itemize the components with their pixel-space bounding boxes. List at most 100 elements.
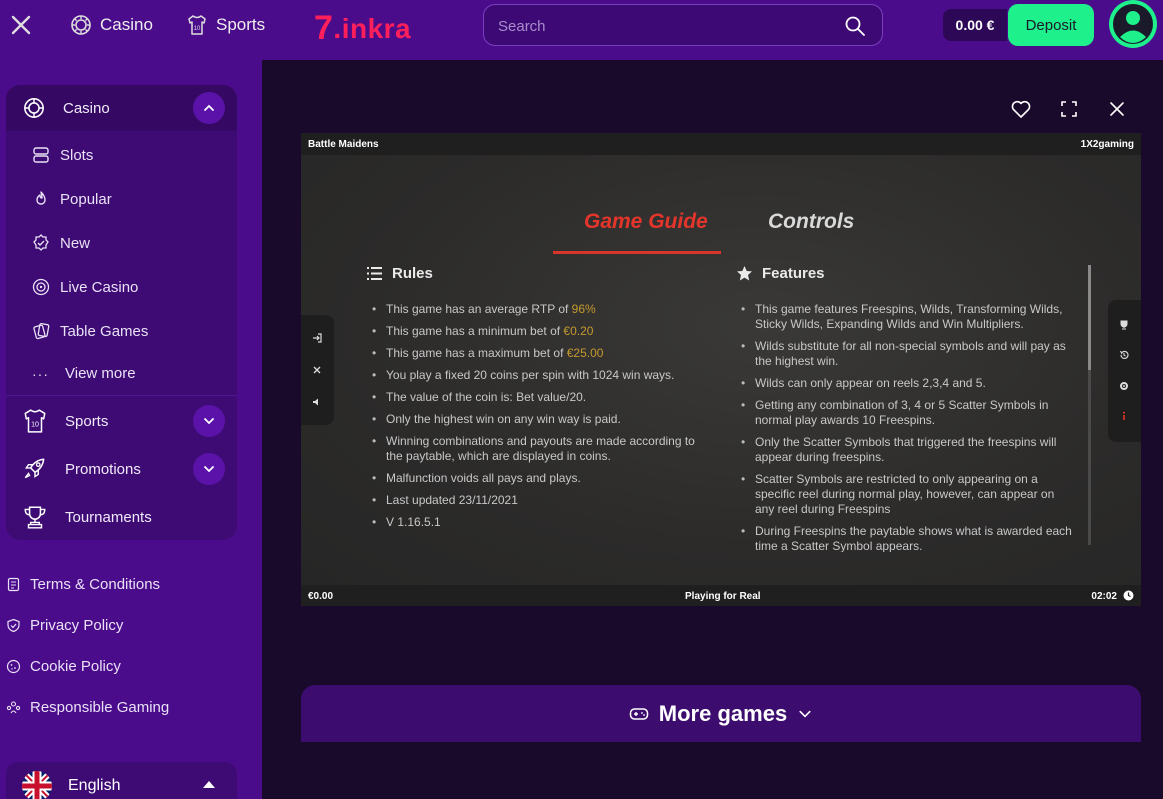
clock-icon <box>1123 590 1134 601</box>
language-label: English <box>68 777 121 794</box>
list-icon <box>367 267 382 280</box>
tab-controls[interactable]: Controls <box>768 210 854 234</box>
tab-game-guide[interactable]: Game Guide <box>584 210 708 234</box>
nav-sports[interactable]: 10 Sports <box>186 14 265 36</box>
rule-highlight-value: €0.20 <box>563 324 594 338</box>
rule-highlight-value: €25.00 <box>566 346 604 360</box>
sidebar: Casino Slots Popular New Live Casino Tab… <box>0 60 262 799</box>
feature-item: Scatter Symbols are restricted to only a… <box>741 472 1076 517</box>
trophy-icon[interactable] <box>1119 320 1129 330</box>
game-provider: 1X2gaming <box>1080 139 1134 150</box>
responsible-gaming-link[interactable]: Responsible Gaming <box>6 699 169 716</box>
flame-icon <box>36 191 46 205</box>
rule-text: This game has a minimum bet of <box>386 324 564 338</box>
chevron-down-icon <box>204 418 214 425</box>
settings-gear-icon[interactable] <box>1119 381 1129 391</box>
game-mode: Playing for Real <box>685 591 761 602</box>
rule-highlight-value: 96% <box>571 302 596 316</box>
top-header: Casino 10 Sports 7.inkra 0.00 € Deposit <box>0 0 1163 60</box>
sidebar-item-promotions[interactable]: Promotions <box>22 456 141 482</box>
info-icon[interactable] <box>1119 411 1129 421</box>
rule-item: Last updated 23/11/2021 <box>372 493 702 508</box>
jersey-icon: 10 <box>188 15 206 35</box>
view-more-link[interactable]: ··· View more <box>32 365 136 382</box>
site-logo[interactable]: 7 .inkra <box>314 9 411 48</box>
sidebar-item-popular[interactable]: Popular <box>32 190 112 208</box>
language-selector[interactable]: English <box>6 762 237 799</box>
sidebar-item-label: Popular <box>60 190 112 208</box>
logo-mark: 7 <box>314 9 334 47</box>
game-balance: €0.00 <box>308 591 334 602</box>
terms-link[interactable]: Terms & Conditions <box>6 576 160 593</box>
view-more-label: View more <box>65 365 136 382</box>
active-tab-underline <box>553 251 721 254</box>
feature-item: Only the Scatter Symbols that triggered … <box>741 435 1076 465</box>
shield-icon <box>7 618 20 633</box>
sidebar-item-new[interactable]: New <box>32 234 90 252</box>
cookie-link[interactable]: Cookie Policy <box>6 658 121 675</box>
game-frame[interactable]: Battle Maidens 1X2gaming Game Guide Cont… <box>301 133 1141 606</box>
close-icon[interactable] <box>312 365 322 375</box>
casino-collapse-button[interactable] <box>193 92 225 124</box>
chevron-up-icon <box>204 104 214 111</box>
rule-item: This game has a maximum bet of €25.00 <box>372 346 702 361</box>
chevron-down-icon <box>204 466 214 473</box>
nav-casino-label: Casino <box>100 15 153 34</box>
rule-item: Malfunction voids all pays and plays. <box>372 471 702 486</box>
rule-text: V 1.16.5.1 <box>386 515 441 529</box>
favorite-heart-icon[interactable] <box>1010 98 1032 120</box>
sidebar-item-sports[interactable]: 10 Sports <box>22 408 108 434</box>
nav-casino[interactable]: Casino <box>70 14 153 36</box>
rule-text: You play a fixed 20 coins per spin with … <box>386 368 675 382</box>
search-icon[interactable] <box>844 15 866 37</box>
footer-link-label: Cookie Policy <box>30 658 121 675</box>
new-badge-icon <box>33 234 49 251</box>
more-games-bar[interactable]: More games <box>301 685 1141 742</box>
sidebar-item-live-casino[interactable]: Live Casino <box>32 278 138 296</box>
feature-item: During Freespins the paytable shows what… <box>741 524 1076 552</box>
close-game-icon[interactable] <box>1106 98 1128 120</box>
more-dots-icon: ··· <box>32 365 49 382</box>
sports-expand-button[interactable] <box>193 405 225 437</box>
search-input[interactable] <box>498 15 828 37</box>
close-icon[interactable] <box>10 14 32 36</box>
rule-item: Winning combinations and payouts are mad… <box>372 434 702 464</box>
sidebar-item-label: Slots <box>60 146 94 164</box>
user-avatar[interactable] <box>1109 0 1157 48</box>
uk-flag-icon <box>22 771 52 799</box>
casino-chip-icon <box>71 15 91 35</box>
gamepad-icon <box>629 707 649 720</box>
rule-text: Last updated 23/11/2021 <box>386 493 518 507</box>
promotions-expand-button[interactable] <box>193 453 225 485</box>
rule-item: V 1.16.5.1 <box>372 515 702 530</box>
privacy-link[interactable]: Privacy Policy <box>6 617 123 634</box>
cards-icon <box>33 322 50 340</box>
exit-icon[interactable] <box>312 333 322 343</box>
sidebar-item-tournaments[interactable]: Tournaments <box>22 504 152 530</box>
rule-text: Malfunction voids all pays and plays. <box>386 471 581 485</box>
rule-item: You play a fixed 20 coins per spin with … <box>372 368 702 383</box>
chevron-down-icon <box>799 710 811 718</box>
rule-item: Only the highest win on any win way is p… <box>372 412 702 427</box>
rules-list: This game has an average RTP of 96%This … <box>372 302 702 537</box>
deposit-button[interactable]: Deposit <box>1008 4 1094 46</box>
trophy-icon <box>24 506 46 529</box>
rule-text: This game has a maximum bet of <box>386 346 567 360</box>
sidebar-item-label: Sports <box>65 412 109 430</box>
sidebar-item-casino[interactable]: Casino <box>23 97 110 119</box>
slots-icon <box>33 147 49 163</box>
sidebar-item-label: Table Games <box>60 322 149 340</box>
sidebar-item-slots[interactable]: Slots <box>32 146 93 164</box>
sound-icon[interactable] <box>312 397 322 407</box>
sidebar-item-label: New <box>60 234 91 252</box>
features-scrollbar-thumb[interactable] <box>1088 265 1091 370</box>
sidebar-item-table-games[interactable]: Table Games <box>32 322 148 340</box>
fullscreen-icon[interactable] <box>1058 98 1080 120</box>
sidebar-menu: Casino Slots Popular New Live Casino Tab… <box>6 85 237 540</box>
rocket-icon <box>24 458 45 479</box>
features-title: Features <box>762 265 825 282</box>
nav-sports-label: Sports <box>216 15 266 34</box>
history-icon[interactable] <box>1119 350 1129 360</box>
rule-item: The value of the coin is: Bet value/20. <box>372 390 702 405</box>
game-clock: 02:02 <box>1091 591 1117 602</box>
